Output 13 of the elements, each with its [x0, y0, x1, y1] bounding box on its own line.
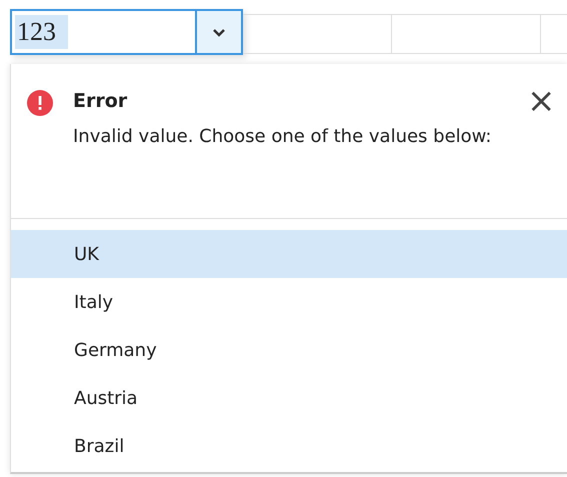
chevron-down-icon — [212, 28, 226, 36]
error-message: Invalid value. Choose one of the values below: — [73, 125, 492, 149]
cell-value: 123 — [15, 15, 68, 49]
option-item[interactable]: Italy — [11, 278, 567, 326]
option-item[interactable]: Austria — [11, 374, 567, 422]
error-icon — [27, 90, 53, 116]
option-item[interactable]: UK — [11, 230, 567, 278]
dropdown-button[interactable] — [195, 11, 241, 53]
option-item[interactable]: Germany — [11, 326, 567, 374]
close-button[interactable]: × — [523, 86, 560, 116]
error-title: Error — [73, 89, 128, 114]
cell-field[interactable]: 123 — [10, 9, 243, 55]
option-item[interactable]: Brazil — [11, 422, 567, 470]
